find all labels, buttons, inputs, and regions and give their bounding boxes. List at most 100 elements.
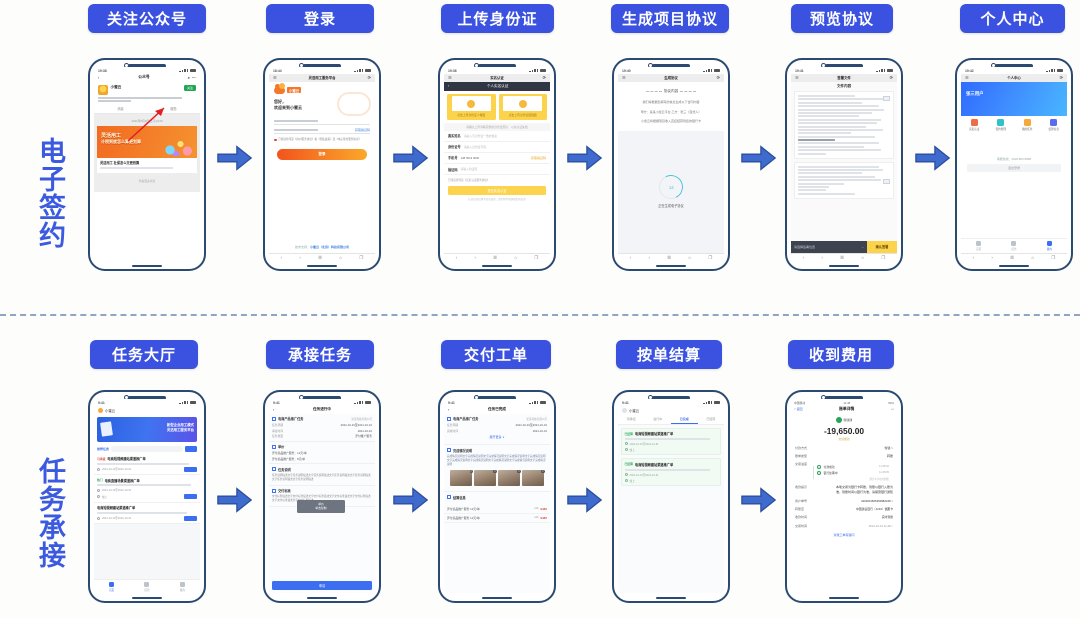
refresh-icon[interactable]: ⟳ <box>1057 75 1063 80</box>
chrome-home-icon[interactable]: ⌂ <box>688 255 691 260</box>
tab-pending[interactable]: 待承接 <box>618 415 645 424</box>
photo-thumbnail[interactable] <box>473 469 498 487</box>
chrome-back-icon[interactable]: ‹ <box>803 255 804 260</box>
refresh-icon[interactable]: ⟳ <box>887 75 893 80</box>
follow-button[interactable]: 关注 <box>183 84 196 91</box>
action-verify[interactable]: 实名认证 <box>961 118 988 131</box>
back-button[interactable]: < 返回 <box>794 407 803 411</box>
login-button[interactable]: 登录 <box>277 149 367 161</box>
settlement-card[interactable]: 已结算 电商短视频建站渠道推广单 2021-10-10至2021-10-31 线… <box>621 427 721 456</box>
tab-completed[interactable]: 已完成 <box>671 415 698 424</box>
chrome-home-icon[interactable]: ⌂ <box>514 255 517 260</box>
step-pill-follow-account[interactable]: 关注公众号 <box>88 4 206 33</box>
chrome-menu-icon[interactable]: ☰ <box>493 255 497 260</box>
phone-input[interactable] <box>274 117 370 125</box>
tab-services[interactable]: 服务 <box>147 104 200 113</box>
chrome-tabs-icon[interactable]: ❐ <box>881 255 885 260</box>
field-code[interactable]: 验证码 请输入验证码 <box>444 164 550 176</box>
confirm-sign-button[interactable]: 确认签署 <box>867 240 897 253</box>
chrome-forward-icon[interactable]: › <box>299 255 300 260</box>
photo-thumbnail[interactable] <box>521 469 545 487</box>
chrome-forward-icon[interactable]: › <box>991 255 992 260</box>
step-pill-task-hall[interactable]: 任务大厅 <box>90 340 198 369</box>
chrome-menu-icon[interactable]: ☰ <box>1010 255 1014 260</box>
code-input[interactable]: 获取验证码 <box>274 125 370 135</box>
action-contract[interactable]: 签约管理 <box>988 118 1015 131</box>
agreement-text[interactable]: 已阅读并同意《实名认证服务协议》 <box>444 175 550 182</box>
tab-home[interactable]: 首页 <box>961 241 996 251</box>
chrome-tabs-icon[interactable]: ❐ <box>708 255 712 260</box>
refresh-icon[interactable]: ⟳ <box>540 75 546 80</box>
step-pill-settle[interactable]: 按单结算 <box>616 340 722 369</box>
action-tasks[interactable]: 我的任务 <box>1014 118 1041 131</box>
sign-position-select[interactable]: 请选择签署位置 ⌄ <box>791 240 867 253</box>
refresh-icon[interactable]: ⟳ <box>714 75 720 80</box>
refresh-icon[interactable]: ⟳ <box>365 75 371 80</box>
expand-more-button[interactable]: 展开更多 ∨ <box>447 433 547 442</box>
task-list-item[interactable]: 热门 电商直播场景渠道推广单 2021-10-10至2021-10-31 线上 <box>94 475 200 503</box>
feed-more[interactable]: 查看更多消息 <box>97 173 197 189</box>
tab-ongoing[interactable]: 进行中 <box>645 415 672 424</box>
promo-banner[interactable]: 新型企业用工模式 灵活用工服务平台 <box>97 416 197 442</box>
action-settlement[interactable]: 结算信息 <box>1041 118 1068 131</box>
chrome-home-icon[interactable]: ⌂ <box>1031 255 1034 260</box>
more-icon[interactable]: ⋯ <box>190 75 196 80</box>
search-button[interactable] <box>185 445 197 452</box>
settlement-card[interactable]: 已结算 电商短视频建站渠道推广单 2021-10-10至2021-10-31 线… <box>621 458 721 487</box>
tab-home[interactable]: 首页 <box>94 581 129 592</box>
tab-messages[interactable]: 消息 <box>94 104 147 113</box>
chrome-back-icon[interactable]: ‹ <box>630 255 631 260</box>
tab-settled[interactable]: 已结算 <box>698 415 725 424</box>
chrome-home-icon[interactable]: ⌂ <box>339 255 342 260</box>
chrome-tabs-icon[interactable]: ❐ <box>534 255 538 260</box>
accept-button[interactable] <box>184 494 197 500</box>
chrome-back-icon[interactable]: ‹ <box>281 255 282 260</box>
chrome-tabs-icon[interactable]: ❐ <box>359 255 363 260</box>
chrome-menu-icon[interactable]: ☰ <box>318 255 322 260</box>
chrome-tabs-icon[interactable]: ❐ <box>1051 255 1055 260</box>
chrome-back-icon[interactable]: ‹ <box>456 255 457 260</box>
footer-link[interactable]: 小蜜云（北京）科技有限公司 <box>310 245 349 249</box>
chrome-back-icon[interactable]: ‹ <box>973 255 974 260</box>
checkbox-icon[interactable] <box>274 138 277 142</box>
field-real-name[interactable]: 真实姓名 请输入与身份证一致的姓名 <box>444 131 550 142</box>
search-input[interactable] <box>111 445 183 452</box>
step-pill-generate-agreement[interactable]: 生成项目协议 <box>611 4 729 33</box>
tab-mine[interactable]: 我的 <box>165 581 200 592</box>
get-code-link[interactable]: 获取验证码 <box>355 128 370 132</box>
detail-row[interactable]: 交易时间 2021-10-31 11:48 > <box>791 522 897 530</box>
field-phone[interactable]: 手机号 138 0013 0000 获取验证码 <box>444 153 550 165</box>
step-pill-login[interactable]: 登录 <box>266 4 374 33</box>
submit-verification-button[interactable]: 提交实名认证 <box>448 185 546 195</box>
help-link[interactable]: 对账工单有疑问 <box>791 530 897 540</box>
feed-card[interactable]: 灵活用工 计税到底怎么算更划算 灵活用工 社保怎么交更划算 <box>97 125 197 173</box>
tab-tasks[interactable]: 任务 <box>996 241 1031 251</box>
get-code-link[interactable]: 获取验证码 <box>531 156 546 160</box>
logout-button[interactable]: 退出登录 <box>967 163 1061 172</box>
step-pill-profile[interactable]: 个人中心 <box>960 4 1065 33</box>
step-pill-upload-id[interactable]: 上传身份证 <box>441 4 554 33</box>
step-pill-preview-agreement[interactable]: 预览协议 <box>791 4 893 33</box>
apply-button[interactable]: 申请 <box>272 581 372 590</box>
more-icon[interactable]: ••• <box>891 407 894 411</box>
tab-tasks[interactable]: 任务 <box>129 581 164 592</box>
field-id-number[interactable]: 身份证号 请输入身份证号码 <box>444 142 550 153</box>
chrome-menu-icon[interactable]: ☰ <box>667 255 671 260</box>
photo-thumbnail[interactable] <box>497 469 522 487</box>
step-pill-accept-task[interactable]: 承接任务 <box>266 340 374 369</box>
agreement-row[interactable]: 已阅读并同意《用户服务协议》和《隐私政策》及《电子签约服务协议》 <box>269 134 375 142</box>
chrome-forward-icon[interactable]: › <box>648 255 649 260</box>
chrome-menu-icon[interactable]: ☰ <box>840 255 844 260</box>
accept-button[interactable] <box>184 515 197 521</box>
step-pill-receive-fee[interactable]: 收到费用 <box>788 340 894 369</box>
task-list-item[interactable]: 电商短视频建站渠道推广单 2021-10-10至2021-10-31 <box>94 503 200 525</box>
id-back-upload[interactable]: 点击上传身份证国徽面 <box>498 93 547 120</box>
detail-row[interactable]: 商户单号 4200001825390982348 > <box>791 496 897 504</box>
id-front-upload[interactable]: 点击上传身份证人像面 <box>447 93 496 120</box>
chrome-home-icon[interactable]: ⌂ <box>861 255 864 260</box>
step-pill-deliver-order[interactable]: 交付工单 <box>441 340 551 369</box>
task-list-item[interactable]: 可承接 电商短视频建站渠道推广单 2021-10-10至2021-10-31 <box>94 454 200 476</box>
accept-button[interactable] <box>184 466 197 472</box>
chrome-forward-icon[interactable]: › <box>821 255 822 260</box>
photo-thumbnail[interactable] <box>450 469 474 487</box>
